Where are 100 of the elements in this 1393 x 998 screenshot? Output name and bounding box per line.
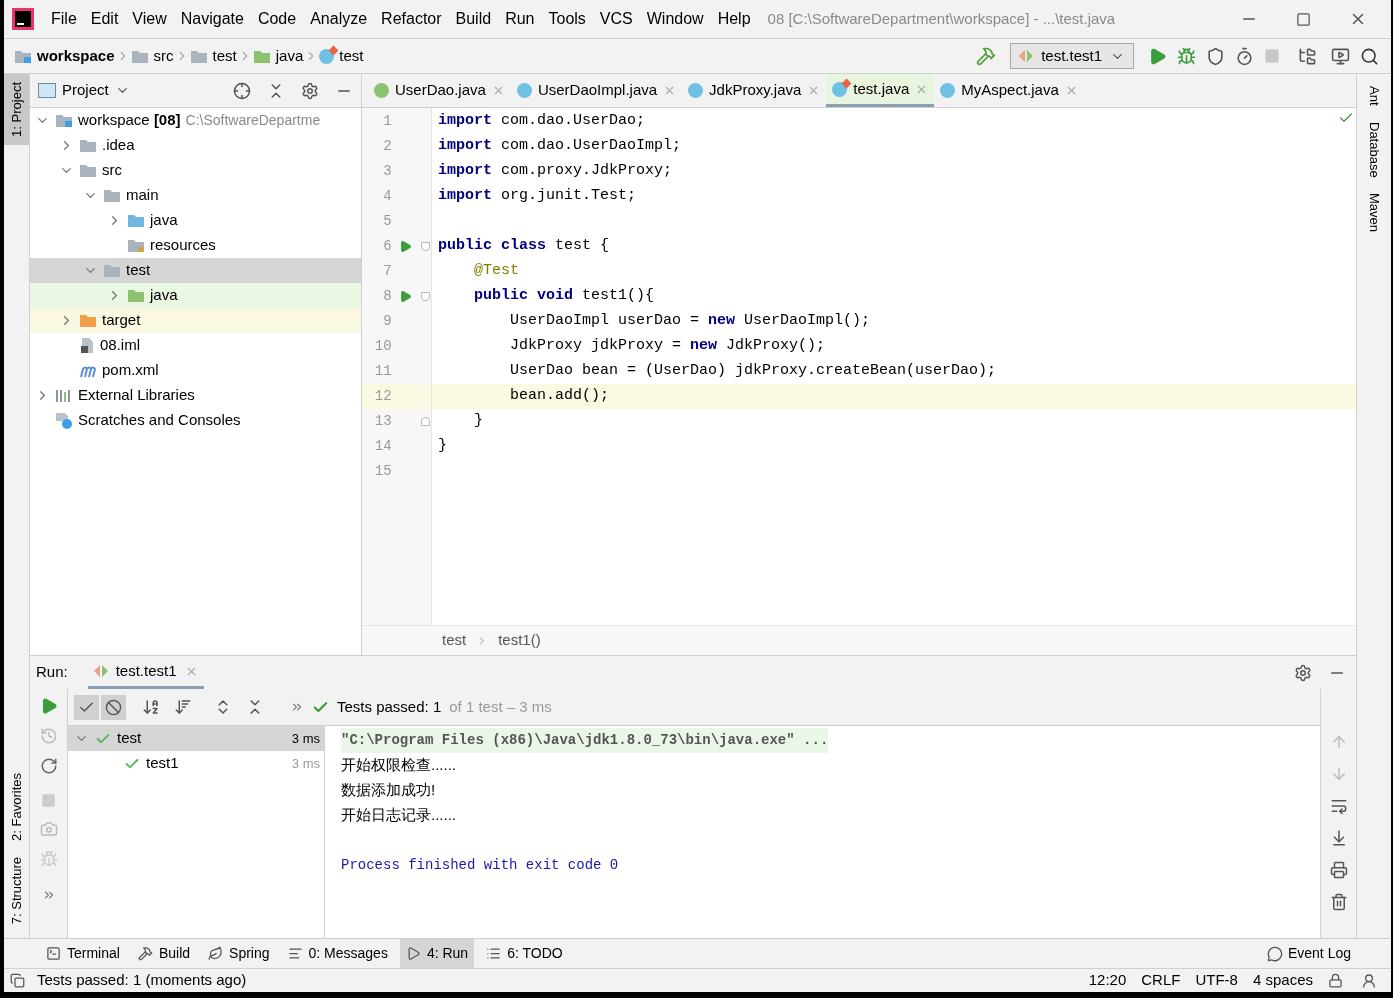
panel-toggle-icon[interactable] (10, 973, 25, 988)
menu-item[interactable]: Edit (83, 7, 126, 31)
tree-item[interactable]: workspace [08] C:\SoftwareDepartme (30, 108, 361, 133)
breadcrumb[interactable]: test1() (498, 629, 541, 652)
menu-item[interactable]: File (44, 7, 84, 31)
menu-item[interactable]: Navigate (173, 7, 251, 31)
timer-icon[interactable] (1235, 46, 1254, 66)
tool-window-button[interactable]: 6: TODO (480, 938, 569, 969)
trash-icon[interactable] (1329, 893, 1348, 911)
tool-window-button[interactable]: Terminal (40, 938, 126, 969)
panel-title[interactable]: Project (62, 79, 109, 102)
shield-icon[interactable] (1206, 46, 1225, 66)
editor-tab[interactable]: UserDao.java (368, 74, 511, 107)
tree-item[interactable]: External Libraries (30, 383, 361, 408)
sort-icon[interactable] (174, 698, 192, 716)
crosshair-icon[interactable] (233, 81, 251, 100)
settings-icon[interactable] (1294, 663, 1312, 682)
tool-window-button[interactable]: Spring (202, 938, 276, 969)
tree-item[interactable]: java (30, 283, 361, 308)
menu-item[interactable]: Help (710, 7, 758, 31)
sort-alpha-icon[interactable] (142, 698, 160, 716)
folder-icon (127, 238, 145, 253)
fold-start-icon[interactable] (420, 292, 430, 301)
menu-item[interactable]: Code (250, 7, 304, 31)
ban-icon[interactable] (101, 694, 126, 720)
line-number: 13 (373, 412, 392, 431)
editor-tab[interactable]: test.java (826, 74, 935, 107)
bug-icon[interactable] (1177, 46, 1196, 66)
tool-window-tab[interactable]: 7: Structure (4, 848, 29, 932)
line-number: 12 (373, 387, 392, 406)
breadcrumb[interactable]: test (442, 629, 467, 652)
run-tab[interactable]: test.test1 (87, 656, 204, 689)
run-config-dropdown[interactable]: test.test1 (1010, 43, 1134, 69)
monitor-icon[interactable] (1331, 46, 1350, 66)
line-number: 4 (382, 187, 392, 206)
status-item[interactable]: 4 spaces (1252, 969, 1313, 992)
folder-tree-icon[interactable] (1298, 46, 1317, 66)
test-item[interactable]: test 3 ms (68, 726, 324, 751)
run-icon[interactable] (1148, 46, 1167, 66)
breadcrumb[interactable]: src (130, 44, 174, 68)
editor-tab[interactable]: UserDaoImpl.java (510, 74, 683, 107)
menu-item[interactable]: Build (448, 7, 499, 31)
tool-window-tab[interactable]: Maven (1364, 189, 1384, 237)
settings-icon[interactable] (301, 81, 319, 100)
lock-icon[interactable] (1328, 973, 1343, 988)
check-icon[interactable] (74, 694, 99, 720)
breadcrumb[interactable]: test (189, 44, 237, 68)
menu-item[interactable]: Run (498, 7, 542, 31)
tree-item[interactable]: .idea (30, 133, 361, 158)
tree-item[interactable]: src (30, 158, 361, 183)
tree-item[interactable]: test (30, 258, 361, 283)
tree-item[interactable]: java (30, 208, 361, 233)
editor-tab[interactable]: JdkProxy.java (682, 74, 827, 107)
rerun-icon[interactable] (39, 757, 58, 775)
tool-window-button[interactable]: Build (131, 938, 197, 969)
tree-item[interactable]: Scratches and Consoles (30, 408, 361, 433)
tool-window-button[interactable]: 0: Messages (281, 938, 394, 969)
class-icon (940, 83, 956, 98)
menu-item[interactable]: Tools (541, 7, 593, 31)
run-gutter-icon[interactable] (398, 240, 412, 253)
status-item[interactable]: CRLF (1141, 969, 1181, 992)
test-item[interactable]: test1 3 ms (68, 751, 324, 776)
code-line: import com.proxy.JdkProxy; (438, 161, 673, 182)
status-item[interactable]: 12:20 (1088, 969, 1127, 992)
user-icon[interactable] (1361, 972, 1377, 989)
hammer-icon[interactable] (976, 46, 997, 66)
tool-window-button[interactable]: 4: Run (399, 938, 475, 969)
more-icon[interactable] (290, 700, 304, 714)
wrap-icon[interactable] (1329, 797, 1348, 815)
tool-window-tab[interactable]: Database (1364, 117, 1384, 182)
file-icon (79, 337, 95, 354)
tree-item[interactable]: resources (30, 233, 361, 258)
tool-window-tab[interactable]: Ant (1364, 82, 1384, 110)
menu-item[interactable]: Refactor (374, 7, 449, 31)
tree-item[interactable]: pom.xml (30, 358, 361, 383)
menu-item[interactable]: Analyze (303, 7, 375, 31)
print-icon[interactable] (1329, 861, 1348, 879)
status-item[interactable]: UTF-8 (1195, 969, 1238, 992)
menu-item[interactable]: Window (639, 7, 711, 31)
breadcrumb[interactable]: test (319, 44, 364, 68)
editor-tab[interactable]: MyAspect.java (934, 74, 1084, 107)
tree-item[interactable]: target (30, 308, 361, 333)
line-number: 10 (373, 337, 392, 356)
tool-window-tab[interactable]: 1: Project (4, 74, 29, 145)
code-line: import org.junit.Test; (438, 186, 637, 207)
breadcrumb[interactable]: workspace (14, 44, 115, 68)
search-icon[interactable] (1360, 46, 1379, 66)
tool-window-tab[interactable]: 2: Favorites (4, 764, 29, 849)
breadcrumb[interactable]: java (252, 44, 304, 68)
event-log-button[interactable]: Event Log (1266, 943, 1351, 964)
run-gutter-icon[interactable] (398, 290, 412, 303)
tree-label: src (102, 160, 122, 181)
folder-icon (79, 313, 97, 328)
fold-start-icon[interactable] (420, 242, 430, 251)
menu-item[interactable]: VCS (592, 7, 640, 31)
menu-item[interactable]: View (125, 7, 174, 31)
tree-item[interactable]: main (30, 183, 361, 208)
maximize-icon[interactable] (1296, 11, 1311, 27)
tree-item[interactable]: 08.iml (30, 333, 361, 358)
console-line: Process finished with exit code 0 (341, 856, 619, 875)
